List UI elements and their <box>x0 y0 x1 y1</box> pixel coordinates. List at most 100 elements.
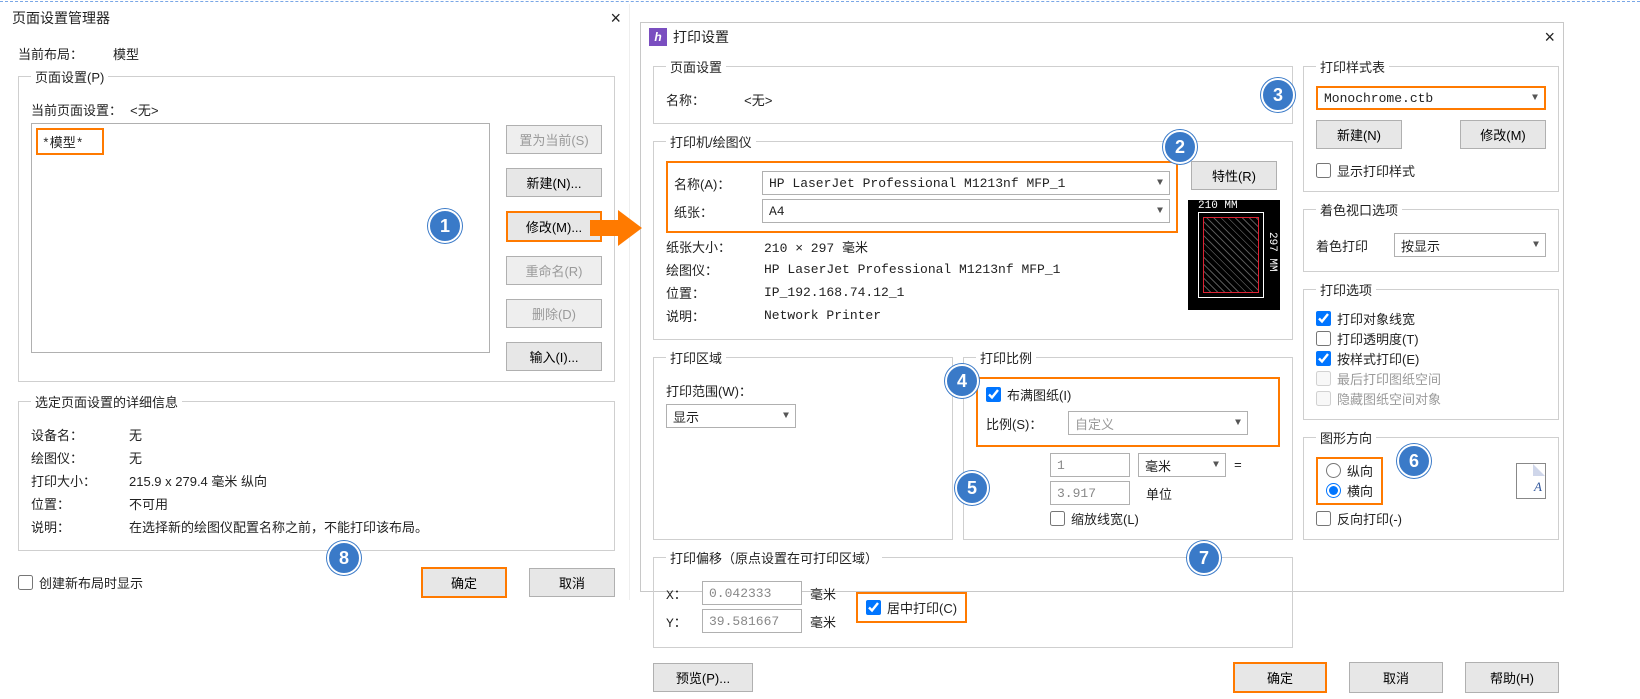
close-icon[interactable]: × <box>1544 28 1555 46</box>
orient-icon: A <box>1516 463 1546 499</box>
orient-rev-check[interactable]: 反向打印(-) <box>1316 509 1402 528</box>
off-y-field: 39.581667 <box>702 609 802 633</box>
preview-w-label: 210 MM <box>1198 200 1238 212</box>
delete-button: 删除(D) <box>506 299 602 328</box>
chevron-down-icon: ▼ <box>1235 418 1241 429</box>
shade-label: 着色打印 <box>1316 236 1386 255</box>
new-button[interactable]: 新建(N)... <box>506 168 602 197</box>
scale-select: 自定义 ▼ <box>1068 411 1248 435</box>
help-button[interactable]: 帮助(H) <box>1465 662 1559 693</box>
props-button[interactable]: 特性(R) <box>1191 161 1277 190</box>
opt-styles-checkbox[interactable] <box>1316 351 1331 366</box>
fit-checkbox[interactable] <box>986 387 1001 402</box>
area-select[interactable]: 显示 ▼ <box>666 404 796 428</box>
shade-select[interactable]: 按显示 ▼ <box>1394 233 1546 257</box>
scale-num2: 3.917 <box>1057 486 1096 501</box>
orient-land-radio[interactable]: 横向 <box>1326 481 1373 500</box>
orient-legend: 图形方向 <box>1316 428 1376 447</box>
paper-select[interactable]: A4 ▼ <box>762 199 1170 223</box>
preview-button[interactable]: 预览(P)... <box>653 663 753 692</box>
style-modify-button[interactable]: 修改(M) <box>1460 120 1546 149</box>
style-legend: 打印样式表 <box>1316 57 1389 76</box>
orient-land-input[interactable] <box>1326 483 1341 498</box>
area-value: 显示 <box>673 407 699 426</box>
style-select[interactable]: Monochrome.ctb ▼ <box>1316 86 1546 110</box>
off-x: 0.042333 <box>709 586 771 601</box>
page-setup-list[interactable]: *模型* <box>31 123 490 353</box>
center-label: 居中打印(C) <box>887 598 957 617</box>
orient-port-input[interactable] <box>1326 463 1341 478</box>
area-legend: 打印区域 <box>666 348 726 367</box>
close-icon[interactable]: × <box>610 9 621 27</box>
left-cancel-button[interactable]: 取消 <box>529 568 615 597</box>
opt-legend: 打印选项 <box>1316 280 1376 299</box>
name-value: <无> <box>744 90 773 109</box>
scale-legend: 打印比例 <box>976 348 1036 367</box>
fit-check[interactable]: 布满图纸(I) <box>986 385 1071 404</box>
shade-legend: 着色视口选项 <box>1316 200 1402 219</box>
orient-rev-checkbox[interactable] <box>1316 511 1331 526</box>
scale-unit-select[interactable]: 毫米▼ <box>1138 453 1226 477</box>
desc2-label: 说明： <box>666 306 756 325</box>
opt-lw-check[interactable]: 打印对象线宽 <box>1316 309 1415 328</box>
plotter2-label: 绘图仪： <box>666 260 756 279</box>
right-title: 打印设置 <box>673 27 729 47</box>
scale-group: 打印比例 布满图纸(I) 比例(S)： 自定义 ▼ <box>963 348 1293 540</box>
current-layout: 当前布局： 模型 <box>18 44 615 63</box>
center-checkbox[interactable] <box>866 600 881 615</box>
chevron-down-icon: ▼ <box>1533 240 1539 251</box>
opt-trans-label: 打印透明度(T) <box>1337 329 1419 348</box>
name-label: 名称： <box>666 90 736 109</box>
orient-port-radio[interactable]: 纵向 <box>1326 461 1373 480</box>
dev-label: 设备名： <box>31 425 121 444</box>
rename-button: 重命名(R) <box>506 256 602 285</box>
callout-7: 7 <box>1187 541 1221 575</box>
scale-unit2: 单位 <box>1138 484 1226 503</box>
current-layout-value: 模型 <box>113 44 139 63</box>
off-y: 39.581667 <box>709 614 779 629</box>
style-show-check[interactable]: 显示打印样式 <box>1316 161 1415 180</box>
paper-size-label: 纸张大小： <box>666 237 756 256</box>
opt-hide-check: 隐藏图纸空间对象 <box>1316 389 1441 408</box>
style-new-button[interactable]: 新建(N) <box>1316 120 1402 149</box>
details-group: 选定页面设置的详细信息 设备名：无 绘图仪：无 打印大小：215.9 x 279… <box>18 392 615 551</box>
size-value: 215.9 x 279.4 毫米 纵向 <box>129 471 267 490</box>
app-icon: h <box>649 28 667 46</box>
printer-name-select[interactable]: HP LaserJet Professional M1213nf MFP_1 ▼ <box>762 171 1170 195</box>
callout-4: 4 <box>945 364 979 398</box>
import-button[interactable]: 输入(I)... <box>506 342 602 371</box>
left-titlebar: 页面设置管理器 × <box>4 4 629 32</box>
left-ok-button[interactable]: 确定 <box>421 567 507 598</box>
right-ok-button[interactable]: 确定 <box>1233 662 1327 693</box>
opt-trans-check[interactable]: 打印透明度(T) <box>1316 329 1419 348</box>
off-y-label: Y： <box>666 612 694 631</box>
off-x-field: 0.042333 <box>702 581 802 605</box>
scale-lw-check[interactable]: 缩放线宽(L) <box>1050 509 1139 528</box>
preview-h-label: 297 MM <box>1266 232 1278 272</box>
center-check[interactable]: 居中打印(C) <box>856 592 967 623</box>
right-cancel-button[interactable]: 取消 <box>1349 662 1443 693</box>
loc-value: 不可用 <box>129 494 168 513</box>
list-item[interactable]: *模型* <box>36 128 104 155</box>
opt-styles-check[interactable]: 按样式打印(E) <box>1316 349 1419 368</box>
eq-label: = <box>1234 458 1242 473</box>
left-title: 页面设置管理器 <box>12 8 110 28</box>
off-x-label: X： <box>666 584 694 603</box>
show-on-new-check[interactable]: 创建新布局时显示 <box>18 573 143 592</box>
show-on-new-checkbox[interactable] <box>18 575 33 590</box>
current-page-setup-value: <无> <box>130 100 159 119</box>
shade-value: 按显示 <box>1401 236 1440 255</box>
printer-name-value: HP LaserJet Professional M1213nf MFP_1 <box>769 176 1065 191</box>
style-show-checkbox[interactable] <box>1316 163 1331 178</box>
paper-value: A4 <box>769 204 785 219</box>
scale-num1: 1 <box>1057 458 1065 473</box>
opt-lw-label: 打印对象线宽 <box>1337 309 1415 328</box>
opt-trans-checkbox[interactable] <box>1316 331 1331 346</box>
scale-lw-checkbox[interactable] <box>1050 511 1065 526</box>
orient-port-label: 纵向 <box>1347 461 1373 480</box>
scale-num1-field: 1 <box>1050 453 1130 477</box>
opt-lw-checkbox[interactable] <box>1316 311 1331 326</box>
orient-group: 图形方向 纵向 横向 A 反向打印(-) <box>1303 428 1559 540</box>
modify-button[interactable]: 修改(M)... <box>506 211 602 242</box>
plotter-value: 无 <box>129 448 142 467</box>
